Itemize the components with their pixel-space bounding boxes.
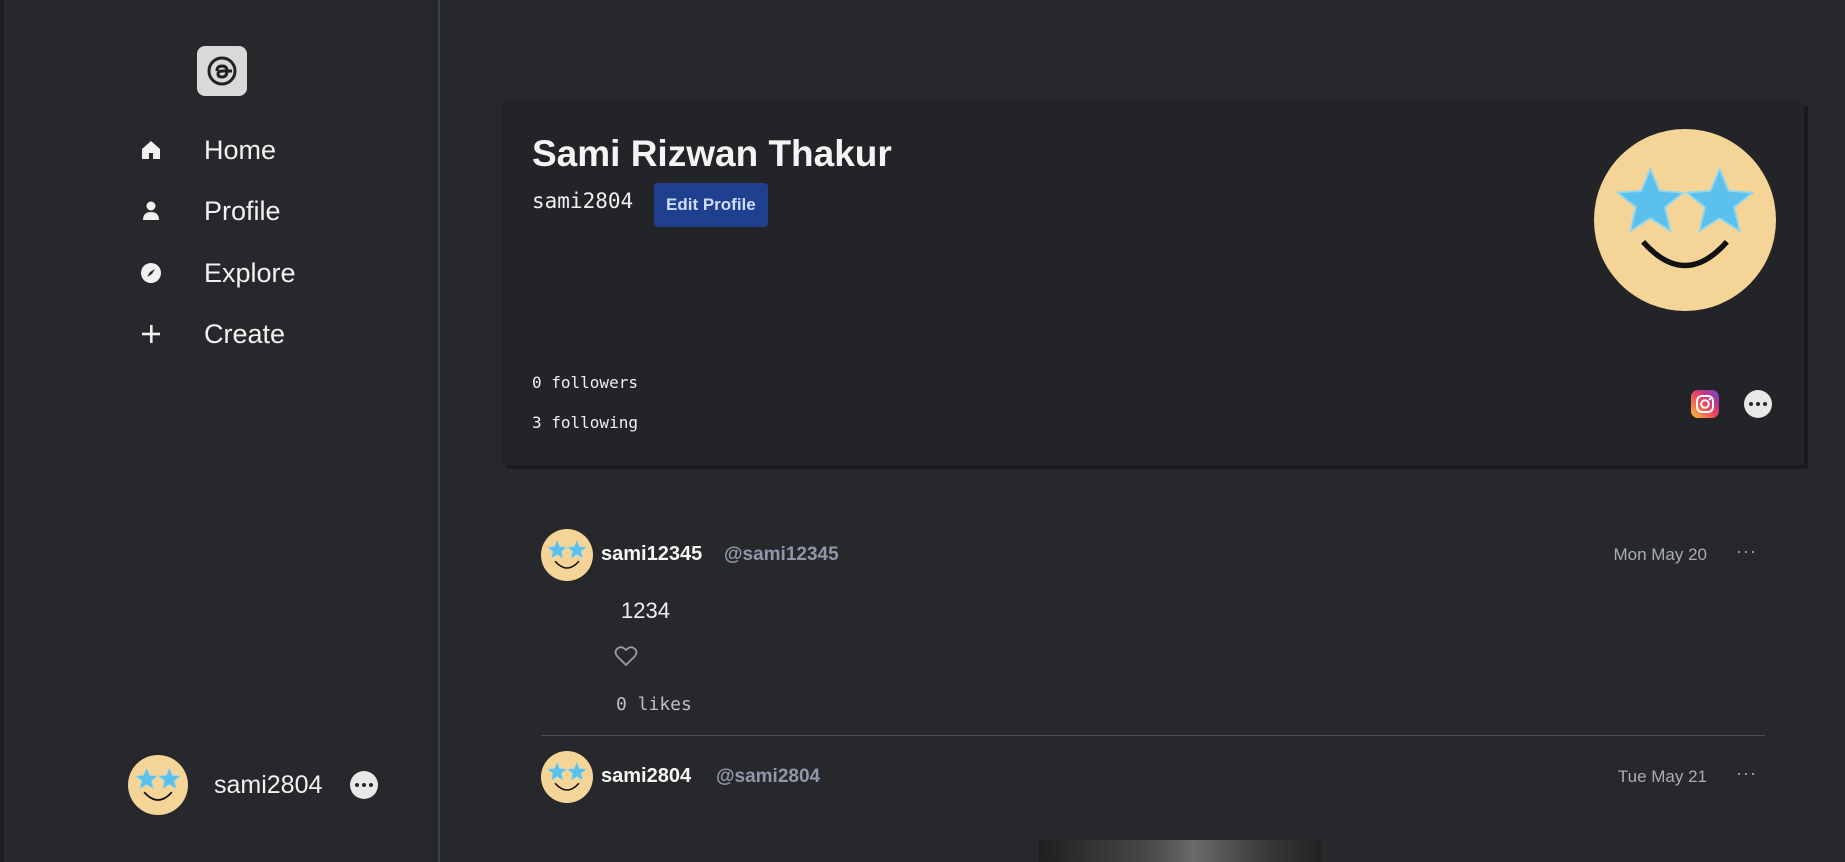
instagram-icon[interactable] — [1691, 390, 1719, 418]
post-divider — [541, 735, 1765, 736]
home-icon — [138, 137, 164, 163]
nav-item-label: Home — [204, 134, 277, 165]
post-image[interactable] — [1039, 840, 1321, 862]
nav-item-label: Explore — [204, 257, 296, 288]
more-dots-icon[interactable] — [1744, 390, 1772, 418]
post-handle[interactable]: @sami12345 — [724, 544, 839, 566]
person-icon — [138, 198, 164, 224]
post-username[interactable]: sami12345 — [601, 543, 702, 566]
post-text: 1234 — [621, 598, 670, 623]
likes-count: 0 likes — [616, 694, 692, 715]
nav-item-profile[interactable]: Profile — [138, 191, 281, 231]
edit-profile-button[interactable]: Edit Profile — [654, 183, 768, 227]
nav-item-home[interactable]: Home — [138, 130, 276, 170]
followers-count[interactable]: 0 followers — [532, 373, 638, 392]
post-date: Mon May 20 — [1613, 545, 1707, 564]
compass-icon — [138, 260, 164, 286]
following-count[interactable]: 3 following — [532, 413, 638, 432]
nav-item-explore[interactable]: Explore — [138, 253, 296, 293]
sidebar: Home Profile Explore Create sami2804 — [0, 0, 440, 862]
profile-card: Sami Rizwan Thakur sami2804 Edit Profile… — [502, 101, 1804, 465]
post-username[interactable]: sami2804 — [601, 765, 691, 788]
post-more-button[interactable]: ··· — [1736, 763, 1757, 784]
heart-icon[interactable] — [614, 645, 638, 667]
more-dots-icon[interactable] — [350, 771, 378, 799]
profile-avatar — [1594, 129, 1776, 311]
profile-handle: sami2804 — [532, 189, 634, 213]
post-header: sami12345 @sami12345 Mon May 20 ··· — [541, 529, 1765, 581]
avatar[interactable] — [541, 751, 593, 803]
nav-item-create[interactable]: Create — [138, 314, 285, 354]
post-more-button[interactable]: ··· — [1736, 541, 1757, 562]
profile-name: Sami Rizwan Thakur — [532, 133, 892, 174]
plus-icon — [138, 321, 164, 347]
post-header: sami2804 @sami2804 Tue May 21 ··· — [541, 751, 1765, 803]
post-date: Tue May 21 — [1617, 767, 1707, 786]
sidebar-user[interactable]: sami2804 — [128, 755, 378, 815]
sidebar-username: sami2804 — [214, 770, 323, 799]
post-handle[interactable]: @sami2804 — [716, 766, 820, 788]
nav-item-label: Profile — [204, 195, 281, 226]
avatar — [128, 755, 188, 815]
threads-logo-icon[interactable] — [197, 46, 247, 96]
avatar[interactable] — [541, 529, 593, 581]
nav-item-label: Create — [204, 318, 286, 349]
